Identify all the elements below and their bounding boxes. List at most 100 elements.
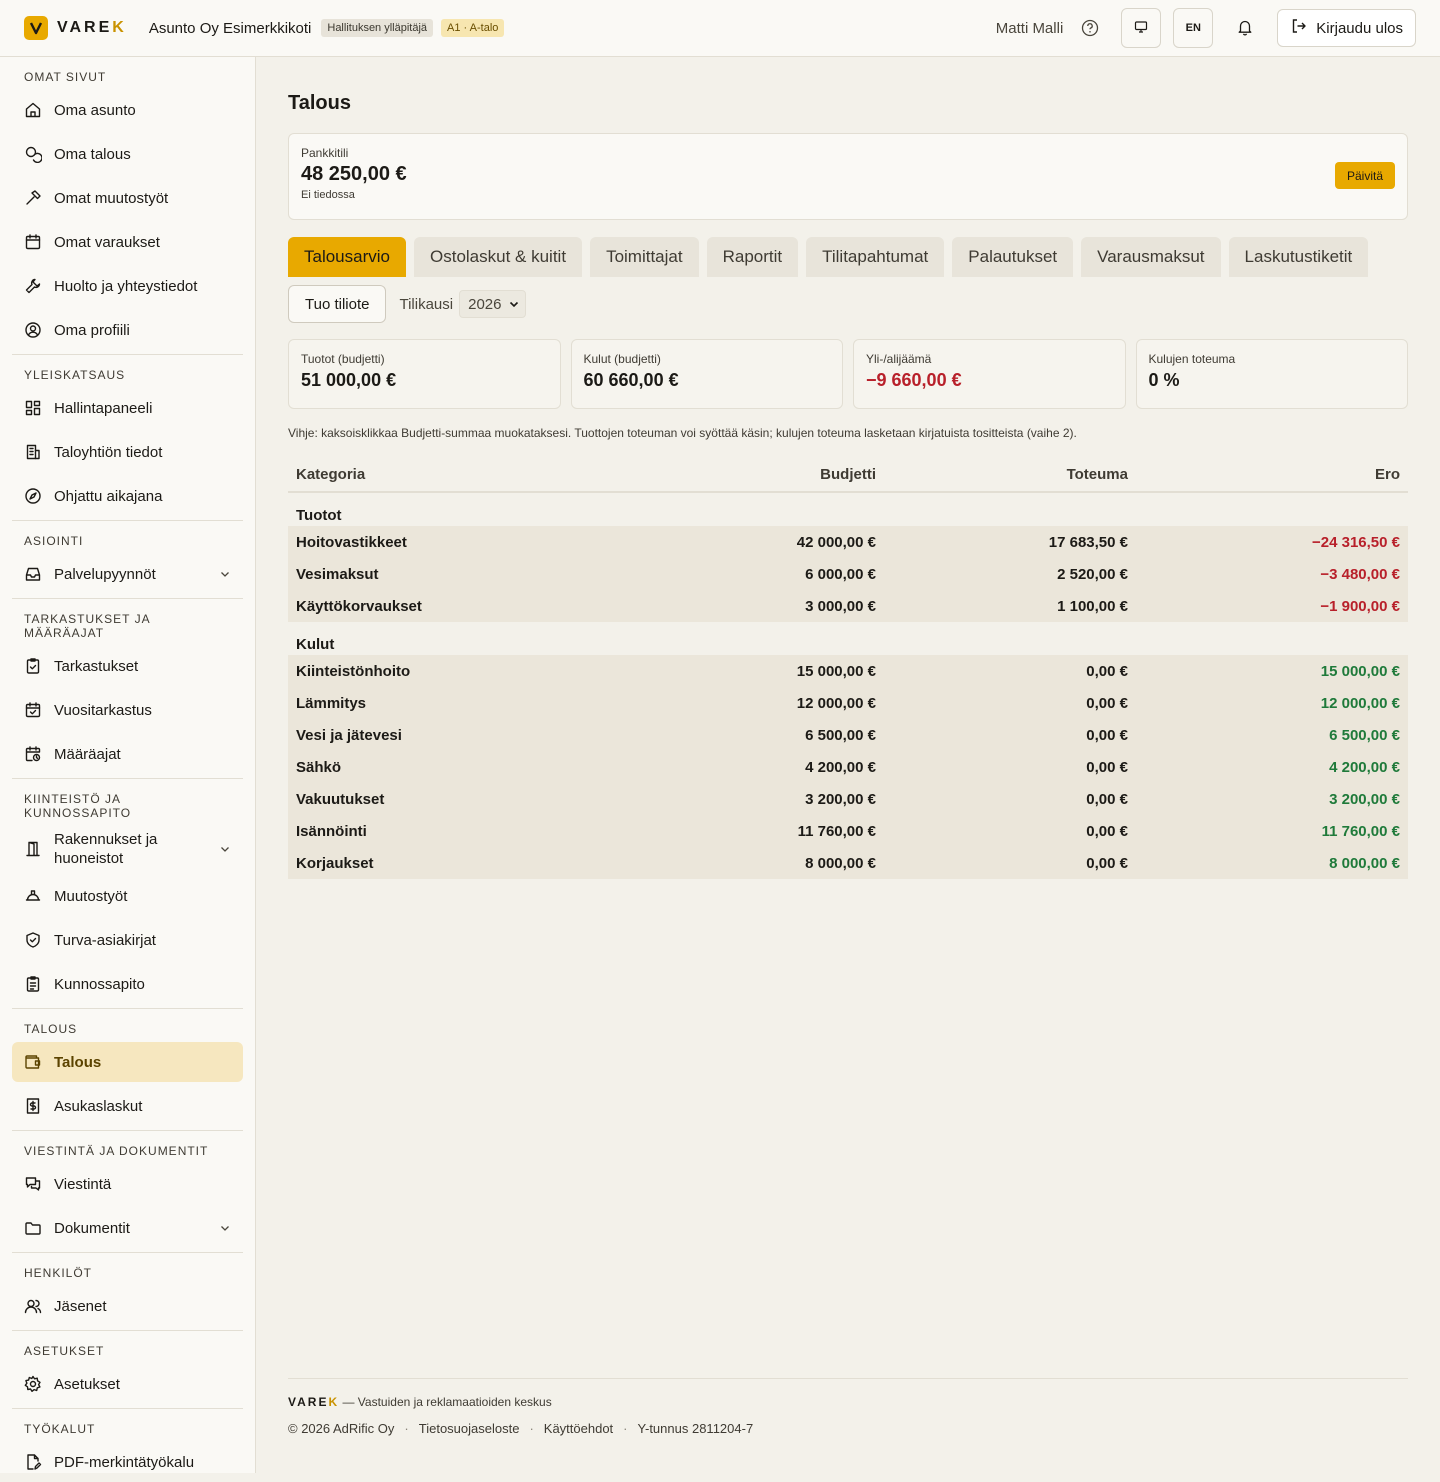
calendar-icon (25, 234, 41, 250)
sidebar-item-dokumentit[interactable]: Dokumentit (12, 1208, 243, 1248)
actual-cell: 0,00 € (1086, 726, 1128, 744)
sidebar-item-vuositarkastus[interactable]: Vuositarkastus (12, 690, 243, 730)
sidebar-item-määräajat[interactable]: Määräajat (12, 734, 243, 774)
tab-laskutustiketit[interactable]: Laskutustiketit (1228, 237, 1369, 277)
sidebar-item-oma-asunto[interactable]: Oma asunto (12, 90, 243, 130)
tab-varausmaksut[interactable]: Varausmaksut (1081, 237, 1221, 277)
table-row: Käyttökorvaukset 3 000,00 €1 100,00 € −1 9… (288, 590, 1408, 622)
notifications-button[interactable] (1225, 8, 1265, 48)
import-statement-button[interactable]: Tuo tiliote (288, 285, 387, 323)
budget-cell[interactable]: 3 200,00 € (648, 783, 884, 815)
sidebar-item-label: Oma profiili (54, 321, 130, 339)
sidebar-item-viestintä[interactable]: Viestintä (12, 1164, 243, 1204)
logout-button[interactable]: Kirjaudu ulos (1277, 9, 1416, 47)
sidebar-item-asukaslaskut[interactable]: Asukaslaskut (12, 1086, 243, 1126)
budget-toolbar: Tuo tiliote Tilikausi 2026 (288, 285, 1408, 323)
fiscal-year-select[interactable]: 2026 (459, 290, 527, 318)
chevron-down-icon (221, 847, 229, 852)
column-header-difference[interactable]: Ero (1136, 458, 1408, 493)
sidebar: OMAT SIVUT Oma asunto Oma talous Omat muuto… (0, 57, 256, 1473)
tab-raportit[interactable]: Raportit (706, 237, 799, 277)
summary-card-value: 51 000,00 € (301, 370, 397, 390)
budget-cell[interactable]: 42 000,00 € (648, 526, 884, 558)
top-bar: VAREK Asunto Oy Esimerkkikoti Hallitukse… (0, 0, 1440, 57)
sidebar-item-asetukset[interactable]: Asetukset (12, 1364, 243, 1404)
sidebar-item-hallintapaneeli[interactable]: Hallintapaneeli (12, 388, 243, 428)
sidebar-item-pdf-merkintätyökalu[interactable]: PDF-merkintätyökalu (12, 1442, 243, 1482)
sidebar-item-talous[interactable]: Talous (12, 1042, 243, 1082)
refresh-button[interactable]: Päivitä (1334, 162, 1395, 189)
user-name[interactable]: Matti Malli (996, 20, 1064, 37)
budget-cell[interactable]: 8 000,00 € (648, 847, 884, 879)
sidebar-item-rakennukset-ja-huoneistot[interactable]: Rakennukset ja huoneistot (12, 826, 243, 872)
tab-tilitapahtumat[interactable]: Tilitapahtumat (806, 237, 945, 277)
hammer-icon (26, 190, 41, 205)
display-mode-button[interactable] (1121, 8, 1162, 48)
tab-palautukset[interactable]: Palautukset (952, 237, 1074, 277)
budget-cell[interactable]: 6 500,00 € (648, 719, 884, 751)
file-pen-icon (27, 1454, 42, 1470)
sidebar-section-title: KIINTEISTÖ JA KUNNOSSAPITO (24, 792, 132, 820)
sidebar-item-omat-varaukset[interactable]: Omat varaukset (12, 222, 243, 262)
sidebar-item-huolto-ja-yhteystiedot[interactable]: Huolto ja yhteystiedot (12, 266, 243, 306)
bank-account-label: Pankkitili (301, 146, 349, 160)
table-row: Sähkö 4 200,00 € 0,00 € 4 200,00 € (288, 751, 1408, 783)
tab-ostolaskut-kuitit[interactable]: Ostolaskut & kuitit (414, 237, 583, 277)
difference-cell: 8 000,00 € (1329, 854, 1400, 872)
budget-cell[interactable]: 3 000,00 € (648, 590, 884, 622)
terms-link[interactable]: Käyttöehdot (544, 1421, 613, 1436)
actual-cell[interactable]: 1 100,00 € (884, 590, 1136, 622)
fiscal-year-value: 2026 (468, 295, 502, 313)
summary-card-label: Kulujen toteuma (1148, 352, 1236, 366)
column-header-budget[interactable]: Budjetti (648, 458, 884, 493)
group-heading: Tuotot (296, 507, 342, 524)
tab-talousarvio[interactable]: Talousarvio (288, 237, 406, 277)
category-cell: Kiinteistönhoito (296, 662, 411, 680)
sidebar-item-jäsenet[interactable]: Jäsenet (12, 1286, 243, 1326)
sidebar-item-label: Rakennukset ja huoneistot (54, 831, 158, 867)
privacy-link[interactable]: Tietosuojaseloste (419, 1421, 520, 1436)
table-row: Korjaukset 8 000,00 € 0,00 € 8 000,00 € (288, 847, 1408, 879)
sidebar-item-muutostyöt[interactable]: Muutostyöt (12, 876, 243, 916)
sidebar-section-title: OMAT SIVUT (24, 70, 107, 84)
budget-cell[interactable]: 11 760,00 € (648, 815, 884, 847)
logo[interactable]: VAREK (24, 16, 127, 40)
budget-cell[interactable]: 15 000,00 € (648, 655, 884, 687)
table-row: Vakuutukset 3 200,00 € 0,00 € 3 200,00 € (288, 783, 1408, 815)
category-cell: Korjaukset (296, 854, 374, 872)
category-cell: Hoitovastikkeet (296, 533, 407, 551)
budget-cell[interactable]: 6 000,00 € (648, 558, 884, 590)
help-icon[interactable] (1081, 19, 1099, 37)
actual-cell: 0,00 € (1086, 854, 1128, 872)
difference-cell: 12 000,00 € (1320, 694, 1400, 712)
actual-cell[interactable]: 2 520,00 € (884, 558, 1136, 590)
page-title: Talous (288, 92, 351, 114)
footer-tagline: — Vastuiden ja reklamaatioiden keskus (342, 1395, 552, 1409)
sidebar-item-ohjattu-aikajana[interactable]: Ohjattu aikajana (12, 476, 243, 516)
separator: · (404, 1421, 409, 1436)
sidebar-item-taloyhtiön-tiedot[interactable]: Taloyhtiön tiedot (12, 432, 243, 472)
sidebar-item-omat-muutostyöt[interactable]: Omat muutostyöt (12, 178, 243, 218)
actual-cell[interactable]: 17 683,50 € (884, 526, 1136, 558)
sidebar-item-label: Kunnossapito (54, 975, 145, 993)
actual-cell: 0,00 € (1086, 694, 1128, 712)
wrench-icon (25, 278, 41, 294)
budget-cell[interactable]: 4 200,00 € (648, 751, 884, 783)
sidebar-item-oma-profiili[interactable]: Oma profiili (12, 310, 243, 350)
sidebar-item-label: Asetukset (54, 1375, 120, 1393)
messages-icon (25, 1177, 41, 1191)
column-header-actual[interactable]: Toteuma (884, 458, 1136, 493)
sidebar-item-oma-talous[interactable]: Oma talous (12, 134, 243, 174)
sidebar-item-palvelupyynnöt[interactable]: Palvelupyynnöt (12, 554, 243, 594)
difference-cell: 3 200,00 € (1329, 790, 1400, 808)
sidebar-item-turva-asiakirjat[interactable]: Turva-asiakirjat (12, 920, 243, 960)
budget-cell[interactable]: 12 000,00 € (648, 687, 884, 719)
category-cell: Lämmitys (296, 694, 367, 712)
sidebar-item-tarkastukset[interactable]: Tarkastukset (12, 646, 243, 686)
sidebar-item-kunnossapito[interactable]: Kunnossapito (12, 964, 243, 1004)
category-cell: Vesi ja jätevesi (296, 726, 402, 744)
column-header-category[interactable]: Kategoria (288, 458, 648, 493)
tab-toimittajat[interactable]: Toimittajat (590, 237, 699, 277)
summary-card-label: Kulut (budjetti) (583, 352, 661, 366)
language-button[interactable]: EN (1173, 8, 1214, 48)
